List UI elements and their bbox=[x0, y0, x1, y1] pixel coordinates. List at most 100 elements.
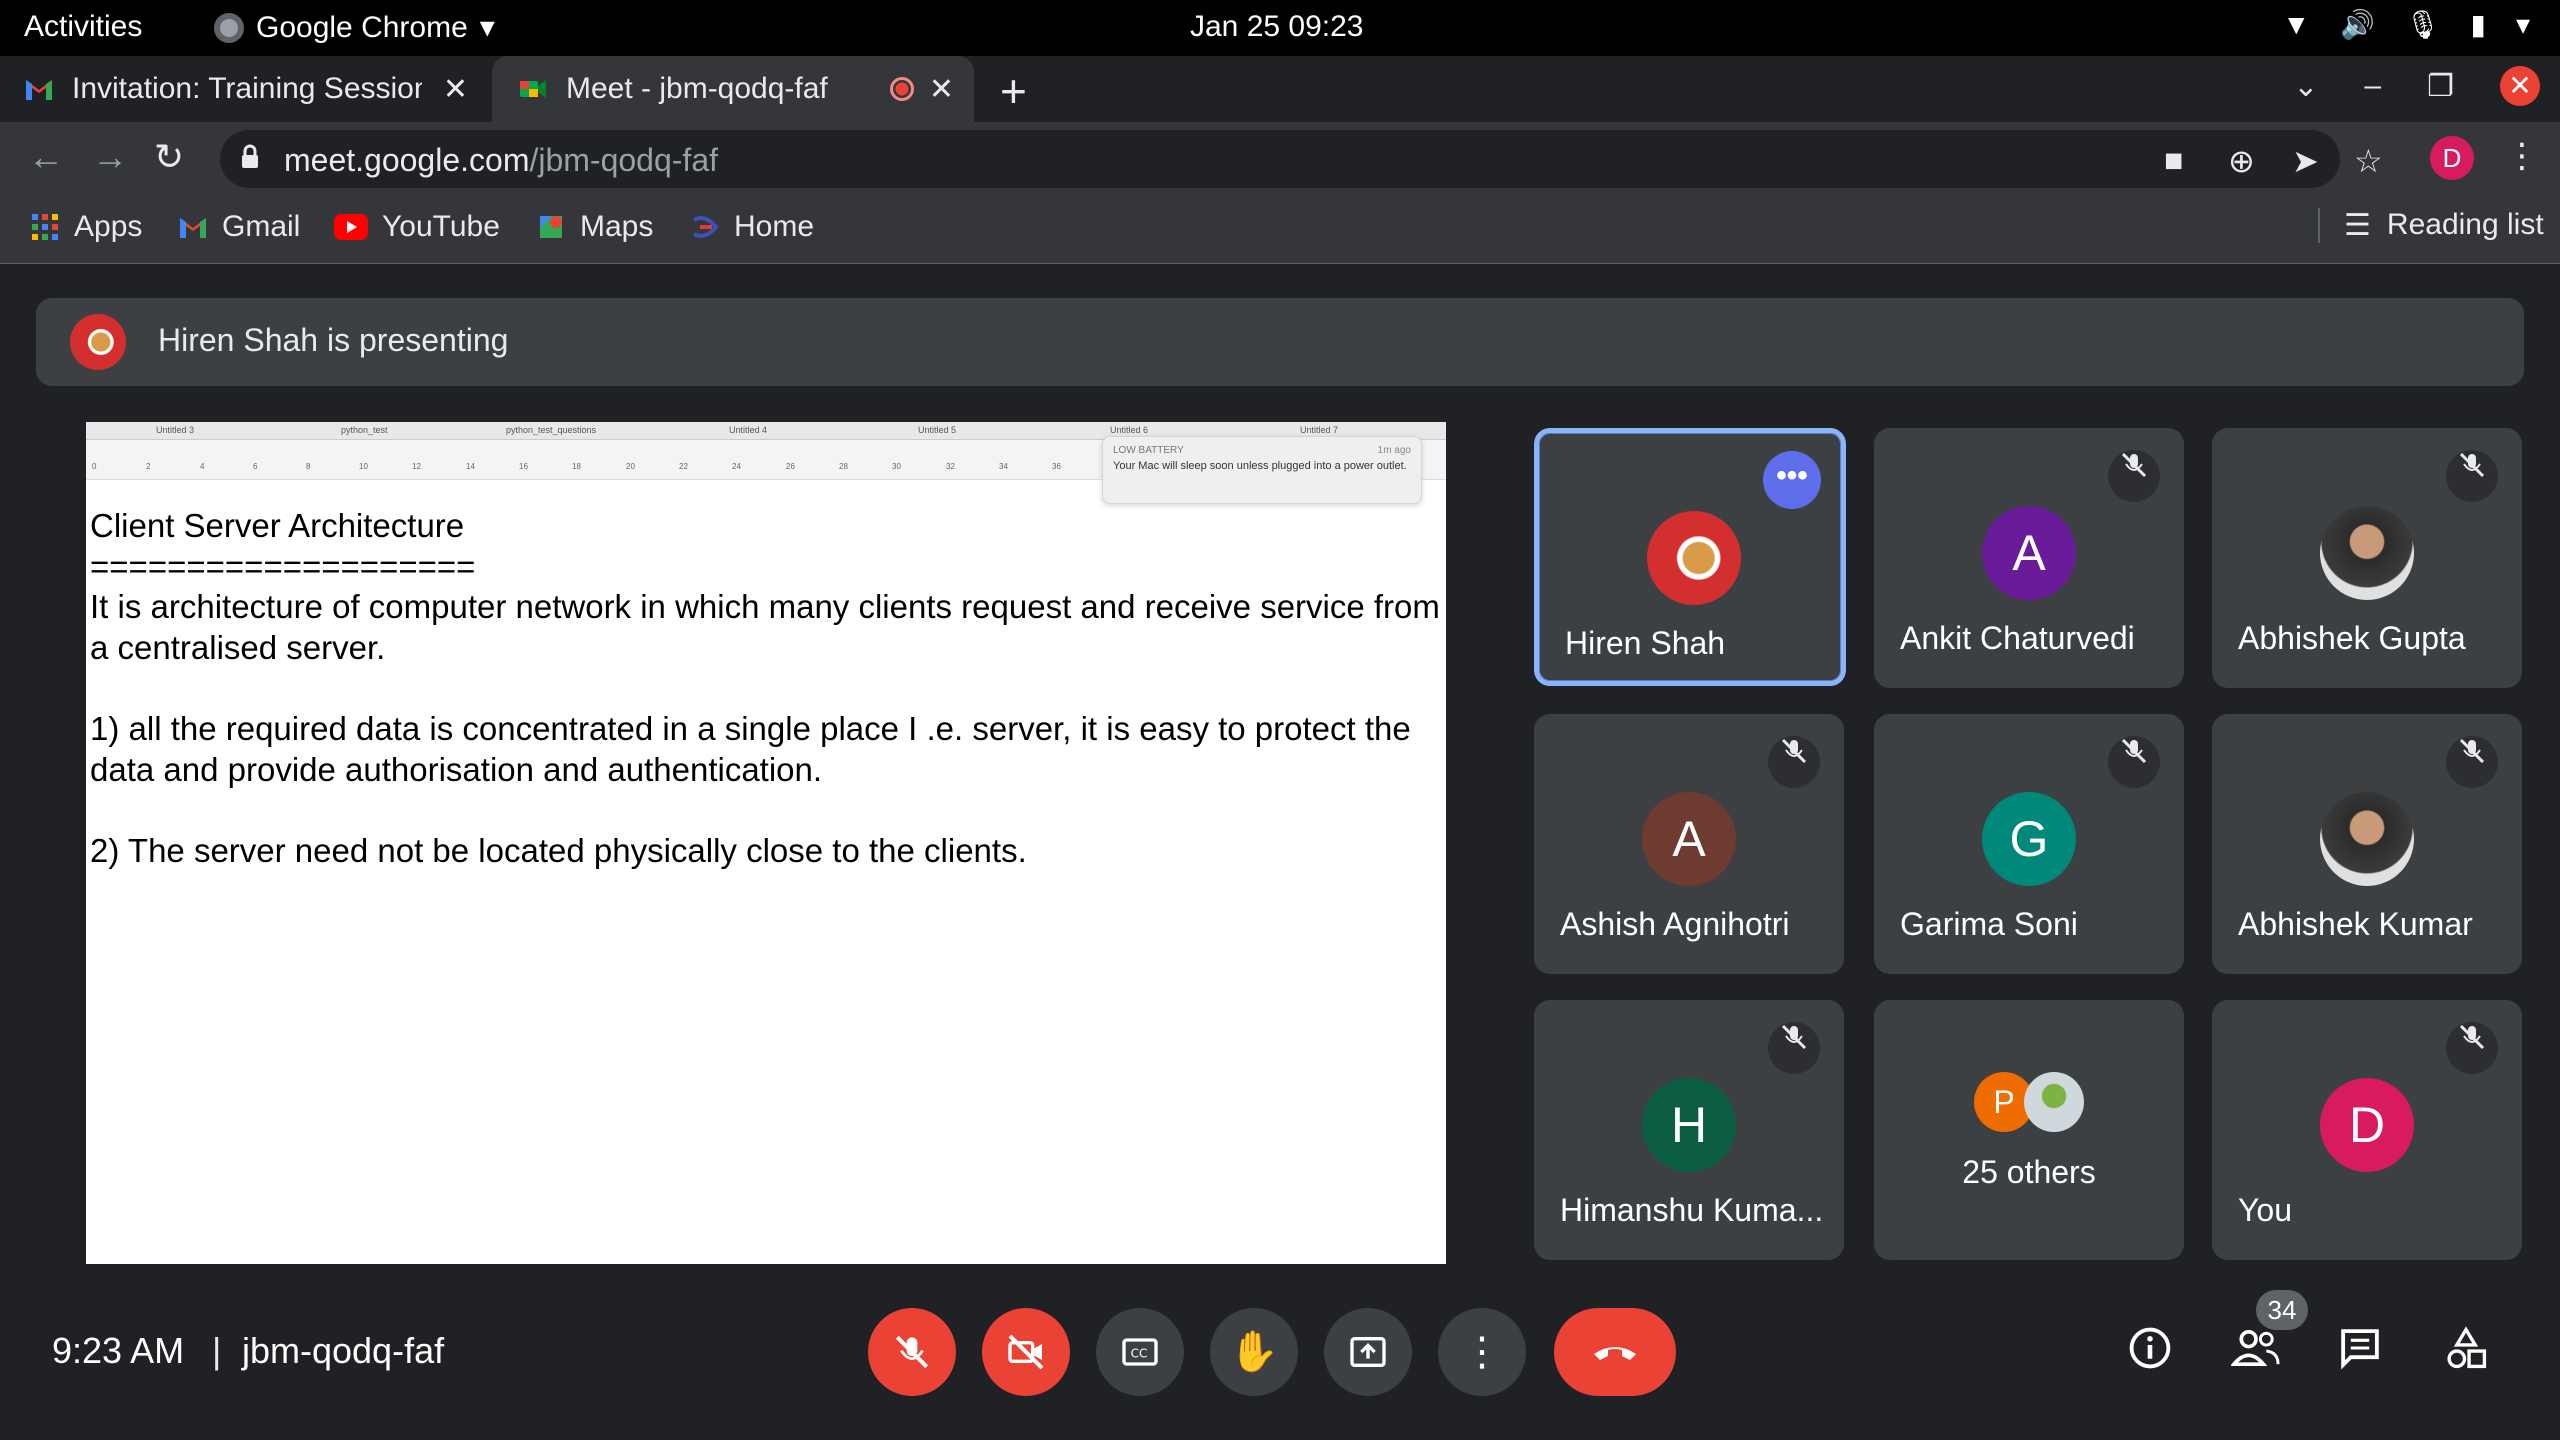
restore-icon[interactable]: ❐ bbox=[2427, 69, 2454, 104]
participant-name: Hiren Shah bbox=[1565, 625, 1726, 661]
close-window-icon[interactable]: ✕ bbox=[2500, 66, 2540, 106]
doc-paragraph: 2) The server need not be located physic… bbox=[90, 831, 1027, 869]
raise-hand-button[interactable]: ✋ bbox=[1210, 1308, 1298, 1396]
tab-search-icon[interactable]: ⌄ bbox=[2293, 69, 2318, 104]
camera-toggle-button[interactable] bbox=[982, 1308, 1070, 1396]
presenter-avatar bbox=[70, 314, 126, 370]
others-count: 25 others bbox=[1962, 1154, 2096, 1190]
participant-tile-others[interactable]: P 25 others bbox=[1874, 1000, 2184, 1260]
activities-button[interactable] bbox=[2436, 1318, 2496, 1378]
avatar bbox=[1647, 511, 1741, 605]
videocam-off-icon bbox=[1008, 1334, 1044, 1370]
participant-tile-abhishek-kumar[interactable]: Abhishek Kumar bbox=[2212, 714, 2522, 974]
closed-captions-icon: CC bbox=[1122, 1338, 1158, 1366]
app-menu[interactable]: Google Chrome ▾ bbox=[214, 10, 495, 45]
present-screen-button[interactable] bbox=[1324, 1308, 1412, 1396]
tab-meet[interactable]: Meet - jbm-qodq-faf ✕ bbox=[492, 56, 974, 122]
mic-toggle-button[interactable] bbox=[868, 1308, 956, 1396]
new-tab-button[interactable]: + bbox=[1000, 64, 1027, 118]
ruler-tick: 6 bbox=[253, 462, 258, 471]
address-bar[interactable]: meet.google.com/jbm-qodq-faf ■ ⊕ ➤ ☆ bbox=[220, 130, 2383, 188]
doc-tab: Untitled 4 bbox=[729, 425, 768, 435]
back-icon[interactable]: ← bbox=[28, 136, 64, 178]
participant-tile-ashish-agnihotri[interactable]: A Ashish Agnihotri bbox=[1534, 714, 1844, 974]
ruler-tick: 12 bbox=[412, 462, 421, 471]
chat-button[interactable] bbox=[2330, 1318, 2390, 1378]
participant-tile-garima-soni[interactable]: G Garima Soni bbox=[1874, 714, 2184, 974]
mic-off-icon bbox=[1768, 736, 1820, 788]
tab-title: Invitation: Training Session bbox=[72, 72, 422, 105]
volume-icon: 🔊 bbox=[2340, 9, 2375, 40]
zoom-icon[interactable]: ⊕ bbox=[2228, 142, 2255, 180]
avatar: A bbox=[1642, 792, 1736, 886]
presenting-banner: Hiren Shah is presenting bbox=[36, 298, 2524, 386]
ruler-tick: 20 bbox=[626, 462, 635, 471]
avatar-photo bbox=[2320, 792, 2414, 886]
reading-list-button[interactable]: ☰ Reading list bbox=[2318, 208, 2544, 243]
participant-tile-abhishek-gupta[interactable]: Abhishek Gupta bbox=[2212, 428, 2522, 688]
profile-avatar[interactable]: D bbox=[2430, 136, 2474, 180]
mic-off-icon bbox=[2446, 450, 2498, 502]
bookmark-label: Home bbox=[734, 210, 815, 243]
people-icon bbox=[2230, 1329, 2280, 1367]
camera-icon[interactable]: ■ bbox=[2164, 142, 2183, 179]
system-menu-chevron-icon: ▾ bbox=[2515, 9, 2530, 40]
bookmark-home[interactable]: Home bbox=[690, 210, 814, 244]
low-battery-notification[interactable]: LOW BATTERY 1m ago Your Mac will sleep s… bbox=[1102, 436, 1422, 504]
doc-tab: Untitled 6 bbox=[1110, 425, 1149, 435]
system-top-bar: Activities Google Chrome ▾ Jan 25 09:23 … bbox=[0, 0, 2560, 56]
shared-screen[interactable]: Untitled 3 python_test python_test_quest… bbox=[86, 422, 1446, 1264]
svg-text:CC: CC bbox=[1131, 1346, 1148, 1360]
browser-toolbar: ← → ↻ meet.google.com/jbm-qodq-faf ■ ⊕ ➤… bbox=[0, 122, 2560, 196]
app-menu-label: Google Chrome bbox=[256, 10, 468, 44]
more-vert-icon[interactable]: ⋮ bbox=[2505, 136, 2539, 176]
doc-heading: Client Server Architecture bbox=[90, 507, 465, 544]
avatar: H bbox=[1642, 1078, 1736, 1172]
captions-button[interactable]: CC bbox=[1096, 1308, 1184, 1396]
system-tray[interactable]: ▼ 🔊 🎙 ▮ ▾ bbox=[2282, 8, 2530, 41]
participant-name: Ashish Agnihotri bbox=[1560, 906, 1790, 942]
gmail-icon bbox=[180, 218, 206, 238]
close-tab-icon[interactable]: ✕ bbox=[929, 72, 954, 107]
participant-tile-ankit-chaturvedi[interactable]: A Ankit Chaturvedi bbox=[1874, 428, 2184, 688]
avatar-photo bbox=[2320, 506, 2414, 600]
forward-icon[interactable]: → bbox=[92, 136, 128, 178]
ruler-tick: 24 bbox=[732, 462, 741, 471]
doc-underline: ==================== bbox=[90, 547, 476, 585]
more-options-button[interactable]: ⋮ bbox=[1438, 1308, 1526, 1396]
bookmark-star-icon[interactable]: ☆ bbox=[2354, 142, 2383, 180]
mic-off-icon bbox=[2446, 736, 2498, 788]
participant-tile-you[interactable]: D You bbox=[2212, 1000, 2522, 1260]
activities-button[interactable]: Activities bbox=[24, 10, 142, 44]
ruler-tick: 2 bbox=[146, 462, 151, 471]
leave-call-button[interactable] bbox=[1554, 1308, 1676, 1396]
participant-tile-hiren-shah[interactable]: ••• Hiren Shah bbox=[1534, 428, 1846, 686]
bookmark-apps[interactable]: Apps bbox=[30, 210, 142, 244]
ruler-tick: 30 bbox=[892, 462, 901, 471]
separator: | bbox=[212, 1330, 222, 1371]
participant-name: You bbox=[2238, 1192, 2292, 1228]
doc-tab: python_test bbox=[341, 425, 388, 435]
send-icon[interactable]: ➤ bbox=[2292, 142, 2319, 180]
close-tab-icon[interactable]: ✕ bbox=[443, 72, 468, 107]
info-icon bbox=[2129, 1327, 2171, 1369]
minimize-icon[interactable]: – bbox=[2364, 69, 2381, 103]
system-clock[interactable]: Jan 25 09:23 bbox=[1190, 10, 1363, 44]
bookmark-gmail[interactable]: Gmail bbox=[178, 210, 300, 244]
ruler-tick: 14 bbox=[466, 462, 475, 471]
meeting-details-button[interactable] bbox=[2120, 1318, 2180, 1378]
tab-gmail-invitation[interactable]: Invitation: Training Session ✕ bbox=[24, 56, 488, 122]
bookmark-label: YouTube bbox=[382, 210, 500, 243]
tab-title: Meet - jbm-qodq-faf bbox=[566, 72, 828, 105]
ruler-tick: 22 bbox=[679, 462, 688, 471]
bookmark-maps[interactable]: Maps bbox=[536, 210, 653, 244]
reload-icon[interactable]: ↻ bbox=[154, 136, 184, 178]
bookmarks-bar: Apps Gmail YouTube Maps Home ☰ Reading l… bbox=[0, 196, 2560, 264]
avatar: G bbox=[1982, 792, 2076, 886]
wifi-icon: ▼ bbox=[2282, 8, 2311, 40]
bookmark-youtube[interactable]: YouTube bbox=[334, 210, 500, 244]
participant-tile-himanshu-kumar[interactable]: H Himanshu Kuma... bbox=[1534, 1000, 1844, 1260]
notification-title: LOW BATTERY bbox=[1113, 445, 1184, 456]
more-options-icon[interactable]: ••• bbox=[1763, 451, 1821, 509]
ruler-tick: 18 bbox=[572, 462, 581, 471]
